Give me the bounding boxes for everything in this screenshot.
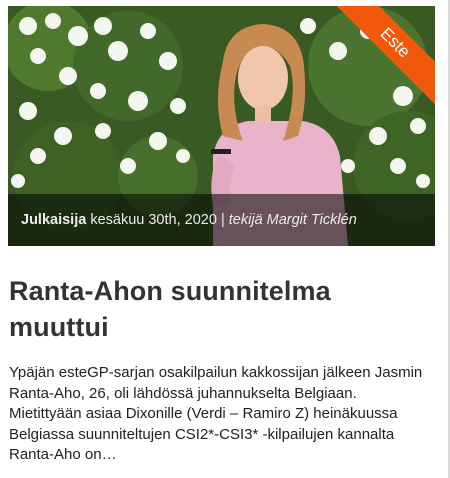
featured-image[interactable]: Este Julkaisija kesäkuu 30th, 2020 | tek… [8,6,435,246]
published-label: Julkaisija [21,212,87,228]
post-meta-bar: Julkaisija kesäkuu 30th, 2020 | tekijä M… [8,194,435,246]
post-title[interactable]: Ranta-Ahon suunnitelma muuttui [9,273,429,345]
publish-date: kesäkuu 30th, 2020 [90,212,217,228]
author-prefix: tekijä [228,212,263,228]
post-excerpt: Ypäjän esteGP-sarjan osakilpailun kakkos… [9,364,423,463]
category-badge[interactable]: Este [335,6,435,106]
category-ribbon[interactable]: Este [335,6,435,106]
author-name[interactable]: Margit Ticklén [267,212,357,228]
meta-separator: | [220,212,225,228]
